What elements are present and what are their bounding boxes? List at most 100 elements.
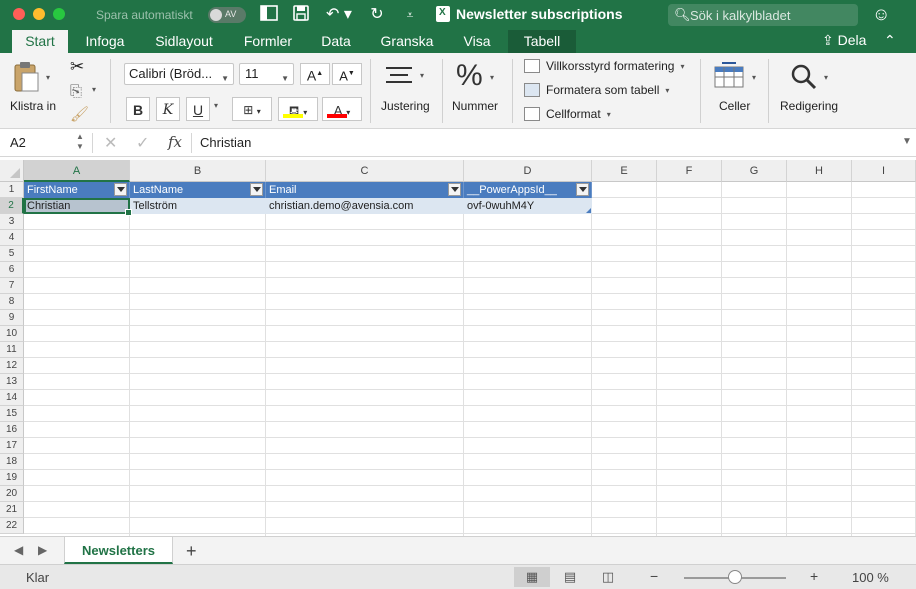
row-header-16[interactable]: 16 bbox=[0, 422, 24, 438]
confirm-entry-icon[interactable]: ✓ bbox=[136, 133, 149, 153]
font-size-select[interactable]: 11 ▼ bbox=[239, 63, 294, 85]
filter-dropdown-icon[interactable] bbox=[448, 183, 461, 196]
formula-input[interactable]: Christian bbox=[200, 134, 890, 152]
share-button[interactable]: ⇪ Dela bbox=[822, 32, 866, 49]
customize-toolbar-icon[interactable]: ⩡ bbox=[400, 5, 420, 25]
column-header-i[interactable]: I bbox=[852, 160, 916, 182]
increase-font-size-button[interactable]: A▲ bbox=[300, 63, 330, 85]
column-header-g[interactable]: G bbox=[722, 160, 787, 182]
column-header-c[interactable]: C bbox=[266, 160, 464, 182]
copy-dropdown-icon[interactable]: ▾ bbox=[92, 85, 96, 94]
tab-infoga[interactable]: Infoga bbox=[76, 30, 134, 53]
filter-dropdown-icon[interactable] bbox=[114, 183, 127, 196]
table-cell[interactable]: Tellström bbox=[130, 198, 266, 214]
bold-button[interactable]: B bbox=[126, 97, 150, 121]
row-header-8[interactable]: 8 bbox=[0, 294, 24, 310]
table-cell[interactable]: christian.demo@avensia.com bbox=[266, 198, 464, 214]
format-painter-icon[interactable]: 🖌︎ bbox=[70, 105, 89, 123]
collapse-ribbon-icon[interactable]: ⌃ bbox=[884, 32, 896, 49]
tab-visa[interactable]: Visa bbox=[452, 30, 502, 53]
row-header-14[interactable]: 14 bbox=[0, 390, 24, 406]
select-all-button[interactable] bbox=[0, 160, 24, 182]
normal-view-icon[interactable]: ▦ bbox=[514, 567, 550, 587]
row-header-4[interactable]: 4 bbox=[0, 230, 24, 246]
insert-function-icon[interactable]: fx bbox=[168, 133, 182, 151]
column-header-h[interactable]: H bbox=[787, 160, 852, 182]
spreadsheet-grid[interactable]: A B C D E F G H I 1 2 3 4 5 6 7 8 9 10 11 12 13 14 15 16 17 18 19 20… bbox=[0, 160, 916, 536]
decrease-font-size-button[interactable]: A▼ bbox=[332, 63, 362, 85]
tab-start[interactable]: Start bbox=[12, 30, 68, 53]
save-icon[interactable] bbox=[290, 5, 312, 25]
zoom-window-button[interactable] bbox=[53, 8, 65, 20]
zoom-slider-knob[interactable] bbox=[728, 570, 742, 584]
add-sheet-icon[interactable]: + bbox=[186, 541, 197, 562]
row-header-17[interactable]: 17 bbox=[0, 438, 24, 454]
table-header-cell[interactable]: Email bbox=[266, 182, 464, 198]
row-header-15[interactable]: 15 bbox=[0, 406, 24, 422]
autosave-toggle[interactable]: AV bbox=[208, 7, 246, 23]
column-header-b[interactable]: B bbox=[130, 160, 266, 182]
zoom-in-button[interactable]: + bbox=[810, 568, 818, 584]
row-header-7[interactable]: 7 bbox=[0, 278, 24, 294]
borders-button[interactable]: ⊞ ▾ bbox=[232, 97, 272, 121]
expand-formula-bar-icon[interactable]: ▼ bbox=[902, 136, 912, 147]
row-header-9[interactable]: 9 bbox=[0, 310, 24, 326]
table-resize-handle[interactable] bbox=[586, 208, 591, 213]
page-break-view-icon[interactable]: ◫ bbox=[590, 567, 626, 587]
cell-styles-button[interactable]: Cellformat ▾ bbox=[524, 107, 611, 121]
feedback-smiley-icon[interactable]: ☺ bbox=[872, 4, 890, 25]
row-header-5[interactable]: 5 bbox=[0, 246, 24, 262]
tab-data[interactable]: Data bbox=[312, 30, 360, 53]
row-header-3[interactable]: 3 bbox=[0, 214, 24, 230]
row-header-22[interactable]: 22 bbox=[0, 518, 24, 534]
tab-sidlayout[interactable]: Sidlayout bbox=[144, 30, 224, 53]
zoom-out-button[interactable]: − bbox=[650, 568, 658, 584]
row-header-18[interactable]: 18 bbox=[0, 454, 24, 470]
sidebar-icon[interactable] bbox=[258, 5, 280, 25]
name-box-stepper-icon[interactable]: ▲ ▼ bbox=[76, 132, 84, 152]
font-name-select[interactable]: Calibri (Bröd... ▼ bbox=[124, 63, 234, 85]
tab-formler[interactable]: Formler bbox=[234, 30, 302, 53]
table-header-cell[interactable]: __PowerAppsId__ bbox=[464, 182, 592, 198]
italic-button[interactable]: K bbox=[156, 97, 180, 121]
table-cell[interactable]: ovf-0wuhM4Y bbox=[464, 198, 592, 214]
table-header-cell[interactable]: LastName bbox=[130, 182, 266, 198]
tab-tabell[interactable]: Tabell bbox=[508, 30, 576, 53]
close-window-button[interactable] bbox=[13, 8, 25, 20]
column-header-e[interactable]: E bbox=[592, 160, 657, 182]
filter-dropdown-icon[interactable] bbox=[576, 183, 589, 196]
minimize-window-button[interactable] bbox=[33, 8, 45, 20]
row-header-11[interactable]: 11 bbox=[0, 342, 24, 358]
column-header-a[interactable]: A bbox=[24, 160, 130, 182]
column-header-d[interactable]: D bbox=[464, 160, 592, 182]
previous-sheet-icon[interactable]: ◀ bbox=[14, 543, 23, 557]
row-header-12[interactable]: 12 bbox=[0, 358, 24, 374]
row-header-2[interactable]: 2 bbox=[0, 198, 24, 214]
undo-icon[interactable]: ↶ ▾ bbox=[322, 5, 356, 25]
tab-granska[interactable]: Granska bbox=[372, 30, 442, 53]
format-as-table-button[interactable]: Formatera som tabell ▾ bbox=[524, 83, 669, 97]
row-header-1[interactable]: 1 bbox=[0, 182, 24, 198]
conditional-formatting-button[interactable]: Villkorsstyrd formatering ▾ bbox=[524, 59, 685, 73]
search-box[interactable]: 🔍︎ bbox=[668, 4, 858, 26]
underline-dropdown-icon[interactable]: ▾ bbox=[214, 101, 218, 110]
row-header-6[interactable]: 6 bbox=[0, 262, 24, 278]
underline-button[interactable]: U bbox=[186, 97, 210, 121]
table-header-cell[interactable]: FirstName bbox=[24, 182, 130, 198]
font-color-button[interactable]: A ▾ bbox=[322, 97, 362, 121]
page-layout-view-icon[interactable]: ▤ bbox=[552, 567, 588, 587]
row-header-20[interactable]: 20 bbox=[0, 486, 24, 502]
search-input[interactable] bbox=[690, 7, 850, 23]
sheet-tab-newsletters[interactable]: Newsletters bbox=[64, 537, 173, 564]
next-sheet-icon[interactable]: ▶ bbox=[38, 543, 47, 557]
row-header-19[interactable]: 19 bbox=[0, 470, 24, 486]
filter-dropdown-icon[interactable] bbox=[250, 183, 263, 196]
row-header-10[interactable]: 10 bbox=[0, 326, 24, 342]
row-header-21[interactable]: 21 bbox=[0, 502, 24, 518]
row-header-13[interactable]: 13 bbox=[0, 374, 24, 390]
fill-color-button[interactable]: ⛾ ▾ bbox=[278, 97, 318, 121]
cut-icon[interactable]: ✂ bbox=[70, 57, 84, 77]
cancel-entry-icon[interactable]: ✕ bbox=[104, 133, 117, 153]
redo-icon[interactable]: ↻ bbox=[366, 5, 388, 25]
copy-icon[interactable]: ⎘ bbox=[70, 83, 82, 100]
